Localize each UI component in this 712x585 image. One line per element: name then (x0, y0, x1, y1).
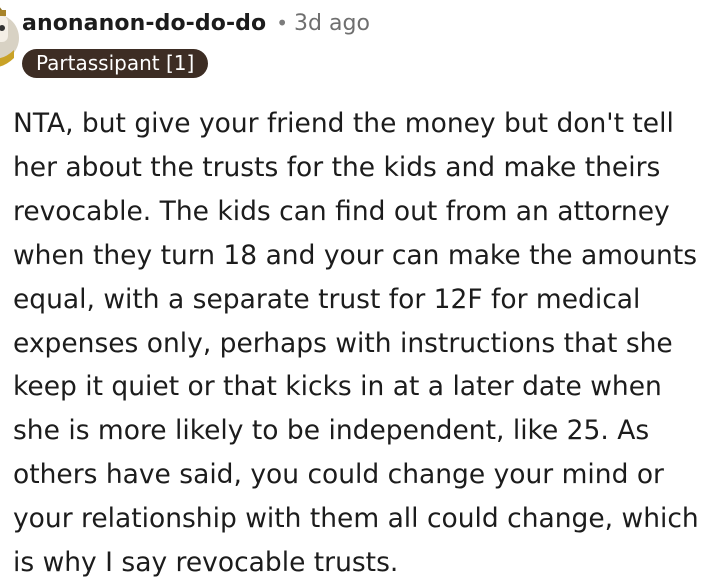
comment-body-line: keep it quiet or that kicks in at a late… (13, 371, 662, 403)
comment-body: NTA, but give your friend the money but … (13, 102, 709, 585)
comment-body-line: expenses only, perhaps with instructions… (13, 327, 673, 359)
comment-body-line: she is more likely to be independent, li… (13, 415, 650, 447)
comment-body-line: your relationship with them all could ch… (13, 503, 699, 535)
comment-header: anonanon-do-do-do • 3d ago (22, 8, 370, 38)
avatar[interactable] (0, 0, 20, 72)
meta-separator: • (276, 11, 289, 35)
timestamp[interactable]: 3d ago (294, 11, 370, 36)
comment-body-line: equal, with a separate trust for 12F for… (13, 283, 641, 315)
username-link[interactable]: anonanon-do-do-do (22, 11, 266, 36)
comment-body-line: revocable. The kids can find out from an… (13, 195, 670, 227)
comment-body-line: is why I say revocable trusts. (13, 547, 399, 579)
comment-body-line: NTA, but give your friend the money but … (13, 108, 674, 139)
comment-body-line: when they turn 18 and your can make the … (13, 239, 698, 271)
snoo-avatar-icon (0, 7, 19, 67)
user-flair-badge: Partassipant [1] (22, 49, 209, 78)
comment-body-line: others have said, you could change your … (13, 459, 664, 491)
comment: anonanon-do-do-do • 3d ago Partassipant … (0, 0, 712, 585)
comment-body-line: her about the trusts for the kids and ma… (13, 151, 661, 183)
